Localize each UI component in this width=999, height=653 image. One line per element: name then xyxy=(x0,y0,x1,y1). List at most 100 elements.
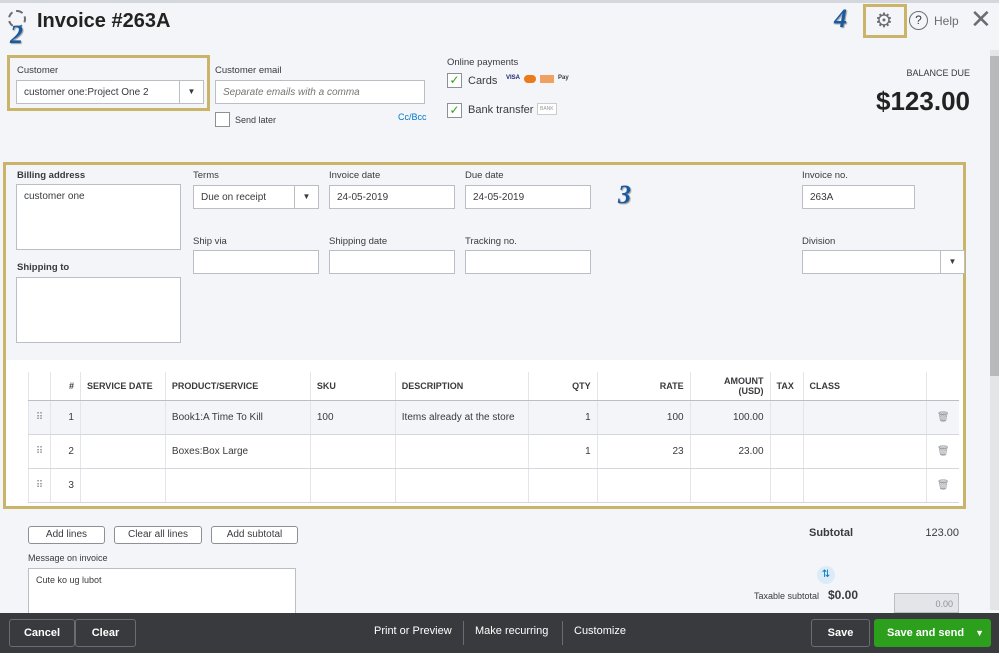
chevron-down-icon[interactable]: ▼ xyxy=(179,81,203,103)
invoice-date-label: Invoice date xyxy=(329,170,381,181)
save-and-send-label: Save and send xyxy=(887,627,965,639)
service-date-cell[interactable] xyxy=(79,434,166,469)
service-date-cell[interactable] xyxy=(79,468,166,503)
top-border xyxy=(0,0,999,3)
service-date-cell[interactable] xyxy=(79,400,166,435)
invoice-date-input[interactable]: 24-05-2019 xyxy=(329,185,455,209)
gear-icon[interactable]: ⚙ xyxy=(875,8,893,33)
chevron-down-icon[interactable]: ▼ xyxy=(940,251,964,273)
product-cell[interactable]: Boxes:Box Large xyxy=(164,434,311,469)
rate-cell[interactable] xyxy=(596,468,691,503)
description-cell[interactable]: Items already at the store xyxy=(394,400,529,435)
product-cell[interactable] xyxy=(164,468,311,503)
ship-via-input[interactable] xyxy=(193,250,319,274)
cancel-button[interactable]: Cancel xyxy=(9,619,75,647)
customer-select[interactable]: customer one:Project One 2 ▼ xyxy=(16,80,204,104)
applepay-icon: Pay xyxy=(558,75,569,81)
balance-due-amount: $123.00 xyxy=(876,86,970,116)
drag-handle-icon[interactable]: ⠿ xyxy=(28,400,51,435)
add-lines-button[interactable]: Add lines xyxy=(28,526,105,544)
email-input[interactable] xyxy=(215,80,425,104)
shipping-date-label: Shipping date xyxy=(329,236,388,247)
trash-icon[interactable]: 🗑 xyxy=(926,434,959,469)
row-number: 3 xyxy=(49,468,81,503)
invoice-no-input[interactable]: 263A xyxy=(802,185,915,209)
close-icon[interactable]: ✕ xyxy=(970,4,992,35)
annotation-2: 2 xyxy=(10,20,23,49)
tracking-input[interactable] xyxy=(465,250,591,274)
class-cell[interactable] xyxy=(802,434,927,469)
col-qty: QTY xyxy=(527,372,598,401)
shipping-to-input[interactable] xyxy=(16,277,181,343)
save-and-send-button[interactable]: Save and send ▼ xyxy=(874,619,991,647)
col-service-date: SERVICE DATE xyxy=(79,372,166,401)
taxable-subtotal-label: Taxable subtotal xyxy=(754,591,820,601)
visa-icon: VISA xyxy=(506,75,521,81)
scrollbar[interactable] xyxy=(990,50,999,610)
ship-via-label: Ship via xyxy=(193,236,227,247)
clear-all-lines-button[interactable]: Clear all lines xyxy=(114,526,202,544)
cards-checkbox[interactable]: ✓ xyxy=(447,73,462,88)
chevron-down-icon[interactable]: ▼ xyxy=(294,186,318,208)
class-cell[interactable] xyxy=(802,468,927,503)
due-date-input[interactable]: 24-05-2019 xyxy=(465,185,591,209)
terms-select[interactable]: Due on receipt ▼ xyxy=(193,185,319,209)
sort-icon[interactable]: ⇅ xyxy=(817,566,835,584)
col-sku: SKU xyxy=(309,372,396,401)
tax-cell[interactable] xyxy=(769,434,804,469)
description-cell[interactable] xyxy=(394,468,529,503)
clear-button[interactable]: Clear xyxy=(75,619,136,647)
help-icon[interactable]: ? xyxy=(909,11,928,30)
trash-icon[interactable]: 🗑 xyxy=(926,468,959,503)
send-later-checkbox[interactable] xyxy=(215,112,230,127)
amount-cell[interactable] xyxy=(689,468,771,503)
table-header: # SERVICE DATE PRODUCT/SERVICE SKU DESCR… xyxy=(28,372,959,401)
amount-cell[interactable]: 100.00 xyxy=(689,400,771,435)
add-subtotal-button[interactable]: Add subtotal xyxy=(211,526,298,544)
print-preview-button[interactable]: Print or Preview xyxy=(374,625,452,637)
tax-cell[interactable] xyxy=(769,400,804,435)
drag-handle-icon[interactable]: ⠿ xyxy=(28,434,51,469)
card-logos: VISA Pay xyxy=(506,75,569,83)
bank-transfer-checkbox[interactable]: ✓ xyxy=(447,103,462,118)
billing-address-input[interactable]: customer one xyxy=(16,184,181,250)
rate-cell[interactable]: 100 xyxy=(596,400,691,435)
save-button[interactable]: Save xyxy=(811,619,870,647)
tax-amount-input[interactable]: 0.00 xyxy=(894,593,959,613)
amount-cell[interactable]: 23.00 xyxy=(689,434,771,469)
product-cell[interactable]: Book1:A Time To Kill xyxy=(164,400,311,435)
trash-icon[interactable]: 🗑 xyxy=(926,400,959,435)
message-input[interactable]: Cute ko ug lubot xyxy=(28,568,296,618)
mastercard-icon xyxy=(524,75,537,83)
make-recurring-button[interactable]: Make recurring xyxy=(475,625,548,637)
bank-transfer-label: Bank transfer xyxy=(468,104,534,116)
help-link[interactable]: Help xyxy=(934,14,959,28)
discover-icon xyxy=(540,75,555,83)
chevron-down-icon[interactable]: ▼ xyxy=(975,620,984,646)
drag-handle-icon[interactable]: ⠿ xyxy=(28,468,51,503)
tax-cell[interactable] xyxy=(769,468,804,503)
table-row[interactable]: ⠿ 3 🗑 xyxy=(28,468,959,503)
shipping-date-input[interactable] xyxy=(329,250,455,274)
qty-cell[interactable] xyxy=(527,468,598,503)
sku-cell[interactable]: 100 xyxy=(309,400,396,435)
col-tax: TAX xyxy=(769,372,804,401)
division-select[interactable]: ▼ xyxy=(802,250,965,274)
customer-label: Customer xyxy=(17,65,59,76)
rate-cell[interactable]: 23 xyxy=(596,434,691,469)
ccbcc-link[interactable]: Cc/Bcc xyxy=(398,112,427,122)
table-row[interactable]: ⠿ 1 Book1:A Time To Kill 100 Items already a… xyxy=(28,400,959,435)
sku-cell[interactable] xyxy=(309,434,396,469)
description-cell[interactable] xyxy=(394,434,529,469)
billing-label: Billing address xyxy=(17,170,86,181)
customize-button[interactable]: Customize xyxy=(574,625,626,637)
table-row[interactable]: ⠿ 2 Boxes:Box Large 1 23 23.00 🗑 xyxy=(28,434,959,469)
annotation-3: 3 xyxy=(618,180,631,209)
sku-cell[interactable] xyxy=(309,468,396,503)
row-number: 2 xyxy=(49,434,81,469)
qty-cell[interactable]: 1 xyxy=(527,434,598,469)
col-rate: RATE xyxy=(596,372,691,401)
row-number: 1 xyxy=(49,400,81,435)
qty-cell[interactable]: 1 xyxy=(527,400,598,435)
class-cell[interactable] xyxy=(802,400,927,435)
